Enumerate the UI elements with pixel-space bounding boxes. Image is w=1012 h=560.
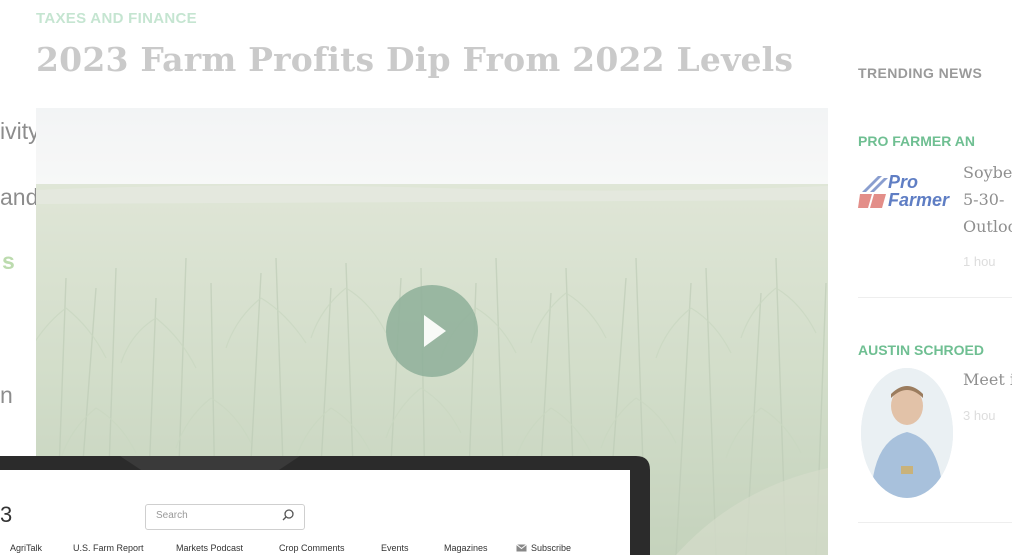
nav-item-magazines[interactable]: Magazines	[444, 543, 488, 553]
site-nav: AgriTalk U.S. Farm Report Markets Podcas…	[0, 543, 625, 555]
nav-item-subscribe[interactable]: Subscribe	[516, 543, 571, 553]
sidebar-divider	[858, 522, 1012, 523]
nav-item-markets-podcast[interactable]: Markets Podcast	[176, 543, 243, 553]
nav-item-agritalk[interactable]: AgriTalk	[10, 543, 42, 553]
site-logo-fragment[interactable]: 3	[0, 502, 12, 528]
author-avatar[interactable]	[861, 368, 953, 498]
trending-item-title-line[interactable]: Outloo	[963, 217, 1012, 236]
search-icon[interactable]	[281, 508, 295, 522]
sidebar-divider	[858, 297, 1012, 298]
trending-item-title-line[interactable]: 5-30-	[963, 190, 1004, 209]
nav-item-us-farm-report[interactable]: U.S. Farm Report	[73, 543, 144, 553]
nav-item-crop-comments[interactable]: Crop Comments	[279, 543, 345, 553]
search-input[interactable]: Search	[145, 504, 305, 530]
trending-item-category[interactable]: AUSTIN SCHROED	[858, 342, 984, 358]
trending-item-title-line[interactable]: Meet i	[963, 370, 1012, 389]
background-text-line: n	[0, 382, 13, 408]
sidebar-title: TRENDING NEWS	[858, 65, 983, 81]
play-icon	[424, 315, 446, 347]
trending-item-time: 3 hou	[963, 408, 996, 423]
nav-item-events[interactable]: Events	[381, 543, 409, 553]
article-headline[interactable]: 2023 Farm Profits Dip From 2022 Levels	[36, 40, 793, 79]
trending-item-title-line[interactable]: Soybe	[963, 163, 1012, 182]
search-placeholder: Search	[156, 510, 188, 521]
pro-farmer-logo-text: Farmer	[888, 190, 950, 210]
background-text-line: and	[0, 184, 39, 210]
author-photo	[861, 368, 953, 498]
trending-item-time: 1 hou	[963, 254, 996, 269]
article-category[interactable]: TAXES AND FINANCE	[36, 10, 197, 27]
background-text-line: s	[2, 248, 15, 274]
mail-icon	[516, 544, 527, 552]
trending-item-category[interactable]: PRO FARMER AN	[858, 133, 975, 149]
play-button[interactable]	[386, 285, 478, 377]
